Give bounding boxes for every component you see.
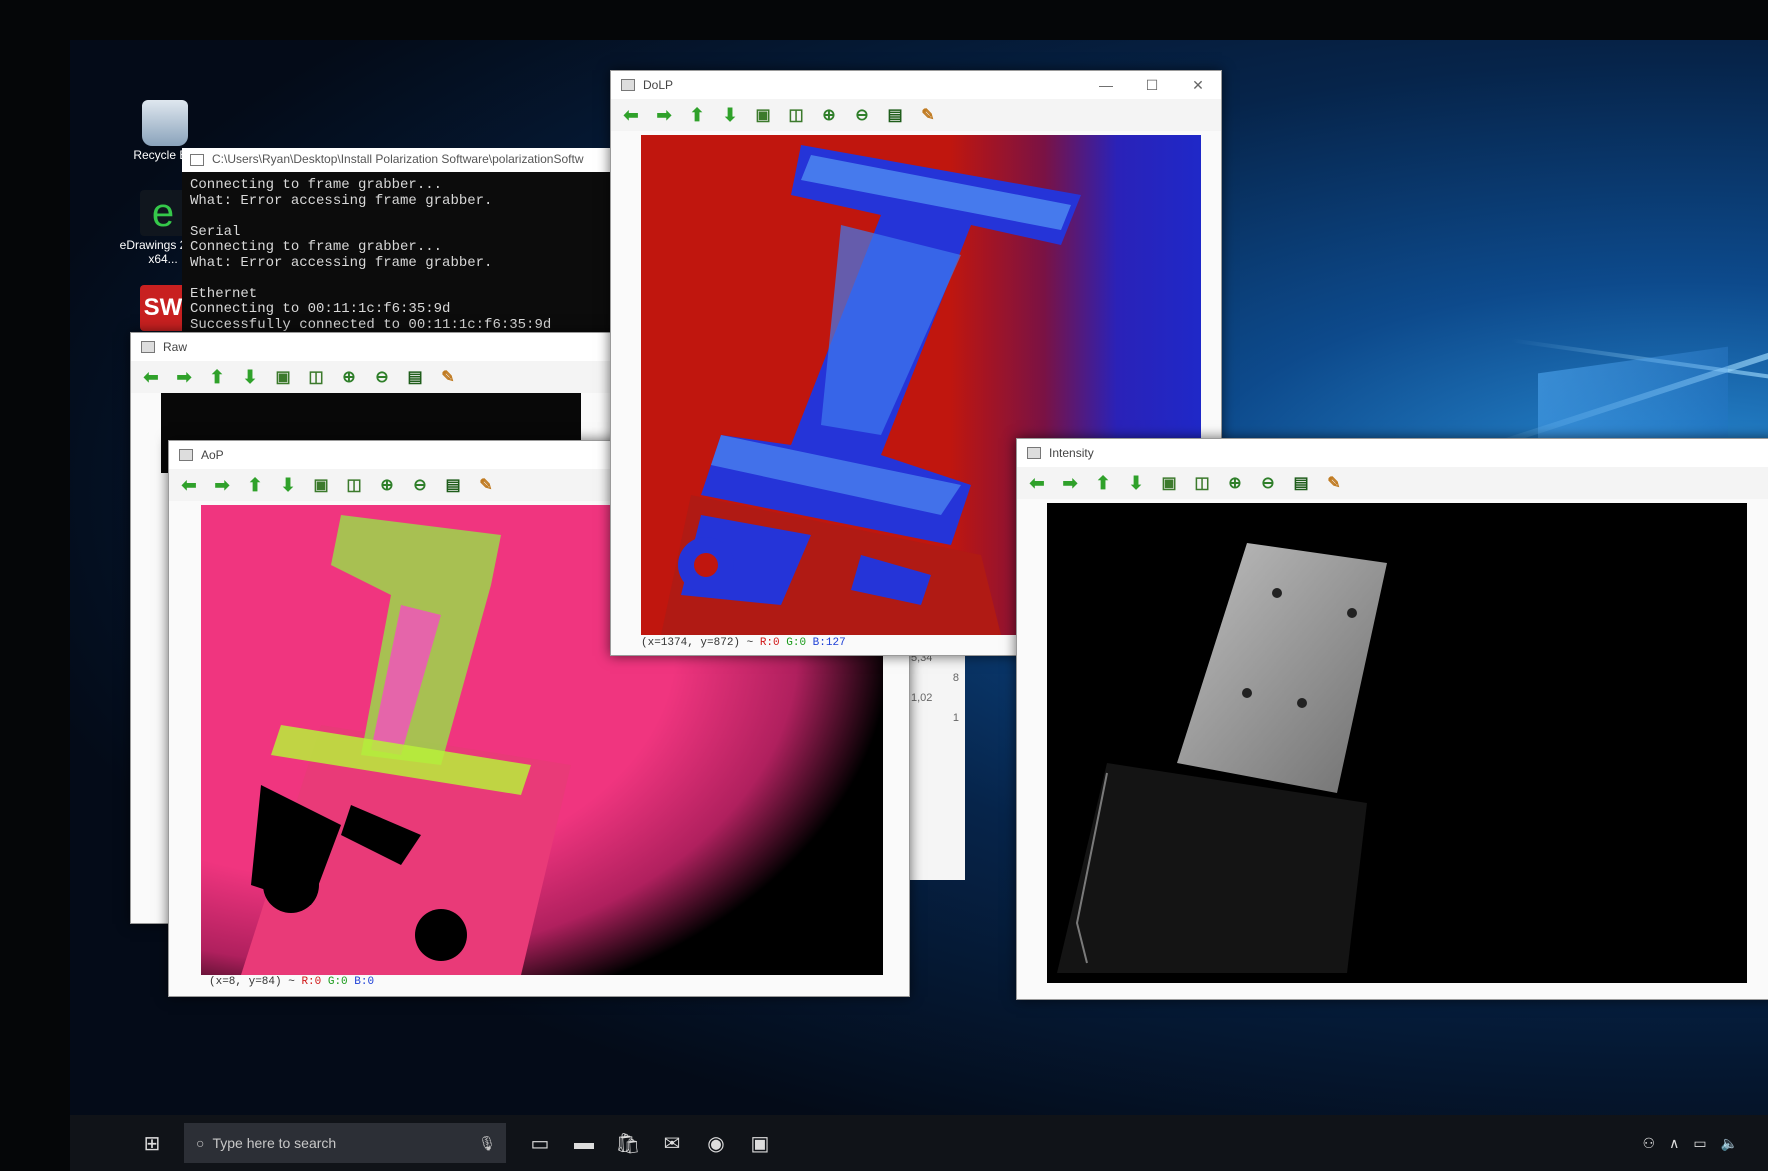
dolp-status-g: G:0: [786, 637, 807, 649]
polarization-app-icon[interactable]: ▣: [738, 1123, 782, 1163]
fit-icon[interactable]: ◫: [1190, 472, 1214, 494]
raw-toolbar: ⬅ ➡ ⬆ ⬇ ▣ ◫ ⊕ ⊖ ▤ ✎: [131, 361, 691, 393]
intensity-image-svg: [1047, 503, 1747, 983]
taskbar-apps: ▭ ▬ 🛍 ✉ ◉ ▣: [518, 1123, 782, 1163]
aop-status-g: G:0: [327, 976, 348, 988]
arrow-up-icon[interactable]: ⬆: [1091, 472, 1115, 494]
microphone-icon[interactable]: 🎙: [478, 1135, 506, 1152]
arrow-up-icon[interactable]: ⬆: [243, 474, 267, 496]
arrow-down-icon[interactable]: ⬇: [1124, 472, 1148, 494]
search-placeholder: Type here to search: [212, 1135, 337, 1151]
fit-icon[interactable]: ◫: [784, 104, 808, 126]
intensity-window[interactable]: Intensity ⬅ ➡ ⬆ ⬇ ▣ ◫ ⊕ ⊖ ▤ ✎: [1016, 438, 1768, 1000]
window-app-icon: [179, 449, 193, 461]
window-app-icon: [141, 341, 155, 353]
minimize-button[interactable]: —: [1083, 77, 1129, 94]
dolp-status-r: R:0: [759, 637, 780, 649]
taskbar: ⊞ ○ Type here to search 🎙 ▭ ▬ 🛍 ✉ ◉ ▣ ⚇ ∧ ▭ 🔈: [70, 1115, 1768, 1171]
console-title: C:\Users\Ryan\Desktop\Install Polarizati…: [212, 152, 584, 167]
raw-titlebar[interactable]: Raw: [131, 333, 691, 361]
zoom-out-icon[interactable]: ⊖: [408, 474, 432, 496]
save-icon[interactable]: ▤: [403, 366, 427, 388]
people-icon[interactable]: ⚇: [1643, 1135, 1656, 1152]
maximize-button[interactable]: ☐: [1129, 77, 1175, 94]
volume-icon[interactable]: 🔈: [1721, 1135, 1738, 1152]
save-icon[interactable]: ▤: [441, 474, 465, 496]
mail-icon[interactable]: ✉: [650, 1123, 694, 1163]
brush-icon[interactable]: ✎: [436, 366, 460, 388]
zoom-out-icon[interactable]: ⊖: [370, 366, 394, 388]
arrow-right-icon[interactable]: ➡: [172, 366, 196, 388]
fit-icon[interactable]: ◫: [304, 366, 328, 388]
arrow-right-icon[interactable]: ➡: [210, 474, 234, 496]
dolp-toolbar: ⬅ ➡ ⬆ ⬇ ▣ ◫ ⊕ ⊖ ▤ ✎: [611, 99, 1221, 131]
fit-icon[interactable]: ◫: [342, 474, 366, 496]
image-icon[interactable]: ▣: [271, 366, 295, 388]
background-panel: 5,34 8 1,02 1: [905, 640, 965, 880]
brush-icon[interactable]: ✎: [916, 104, 940, 126]
aop-status-b: B:0: [354, 976, 375, 988]
search-icon: ○: [196, 1135, 205, 1151]
intensity-titlebar[interactable]: Intensity: [1017, 439, 1768, 467]
recycle-bin-glyph-icon: [142, 100, 188, 146]
network-icon[interactable]: ▭: [1693, 1135, 1706, 1152]
window-app-icon: [1027, 447, 1041, 459]
solidworks-glyph-icon: SW: [140, 285, 186, 331]
raw-title: Raw: [163, 340, 188, 354]
desktop: Recycle Bin e eDrawings 2017 x64... SW 2…: [70, 40, 1768, 1171]
arrow-right-icon[interactable]: ➡: [652, 104, 676, 126]
zoom-in-icon[interactable]: ⊕: [337, 366, 361, 388]
image-icon[interactable]: ▣: [751, 104, 775, 126]
arrow-up-icon[interactable]: ⬆: [205, 366, 229, 388]
background-number: 1,02: [911, 692, 933, 704]
windows-start-icon[interactable]: ⊞: [130, 1123, 174, 1163]
intensity-image: [1047, 503, 1747, 983]
taskbar-search-input[interactable]: ○ Type here to search 🎙: [184, 1123, 506, 1163]
arrow-left-icon[interactable]: ⬅: [1025, 472, 1049, 494]
file-explorer-icon[interactable]: ▬: [562, 1123, 606, 1163]
system-tray: ⚇ ∧ ▭ 🔈: [1643, 1135, 1768, 1152]
dolp-status: (x=1374, y=872) ~ R:0 G:0 B:127: [641, 637, 846, 649]
save-icon[interactable]: ▤: [1289, 472, 1313, 494]
store-icon[interactable]: 🛍: [606, 1123, 650, 1163]
chrome-icon[interactable]: ◉: [694, 1123, 738, 1163]
edrawings-glyph-icon: e: [140, 190, 186, 236]
intensity-title: Intensity: [1049, 446, 1094, 460]
brush-icon[interactable]: ✎: [1322, 472, 1346, 494]
arrow-left-icon[interactable]: ⬅: [177, 474, 201, 496]
zoom-out-icon[interactable]: ⊖: [1256, 472, 1280, 494]
aop-status-position: (x=8, y=84) ~: [209, 976, 295, 988]
chevron-up-icon[interactable]: ∧: [1669, 1135, 1679, 1152]
arrow-down-icon[interactable]: ⬇: [718, 104, 742, 126]
aop-status-r: R:0: [301, 976, 322, 988]
aop-title: AoP: [201, 448, 224, 462]
zoom-in-icon[interactable]: ⊕: [817, 104, 841, 126]
arrow-right-icon[interactable]: ➡: [1058, 472, 1082, 494]
zoom-in-icon[interactable]: ⊕: [1223, 472, 1247, 494]
image-icon[interactable]: ▣: [1157, 472, 1181, 494]
dolp-status-b: B:127: [812, 637, 846, 649]
background-number: 8: [952, 672, 959, 684]
dolp-titlebar[interactable]: DoLP — ☐ ✕: [611, 71, 1221, 99]
arrow-up-icon[interactable]: ⬆: [685, 104, 709, 126]
window-app-icon: [621, 79, 635, 91]
brush-icon[interactable]: ✎: [474, 474, 498, 496]
arrow-left-icon[interactable]: ⬅: [619, 104, 643, 126]
close-button[interactable]: ✕: [1175, 77, 1221, 94]
arrow-left-icon[interactable]: ⬅: [139, 366, 163, 388]
aop-status: (x=8, y=84) ~ R:0 G:0 B:0: [209, 976, 374, 988]
zoom-out-icon[interactable]: ⊖: [850, 104, 874, 126]
arrow-down-icon[interactable]: ⬇: [238, 366, 262, 388]
zoom-in-icon[interactable]: ⊕: [375, 474, 399, 496]
save-icon[interactable]: ▤: [883, 104, 907, 126]
background-number: 1: [952, 712, 959, 724]
dolp-title: DoLP: [643, 78, 674, 92]
dolp-status-position: (x=1374, y=872) ~: [641, 637, 754, 649]
console-app-icon: [190, 154, 204, 166]
image-icon[interactable]: ▣: [309, 474, 333, 496]
task-view-icon[interactable]: ▭: [518, 1123, 562, 1163]
intensity-toolbar: ⬅ ➡ ⬆ ⬇ ▣ ◫ ⊕ ⊖ ▤ ✎: [1017, 467, 1768, 499]
arrow-down-icon[interactable]: ⬇: [276, 474, 300, 496]
